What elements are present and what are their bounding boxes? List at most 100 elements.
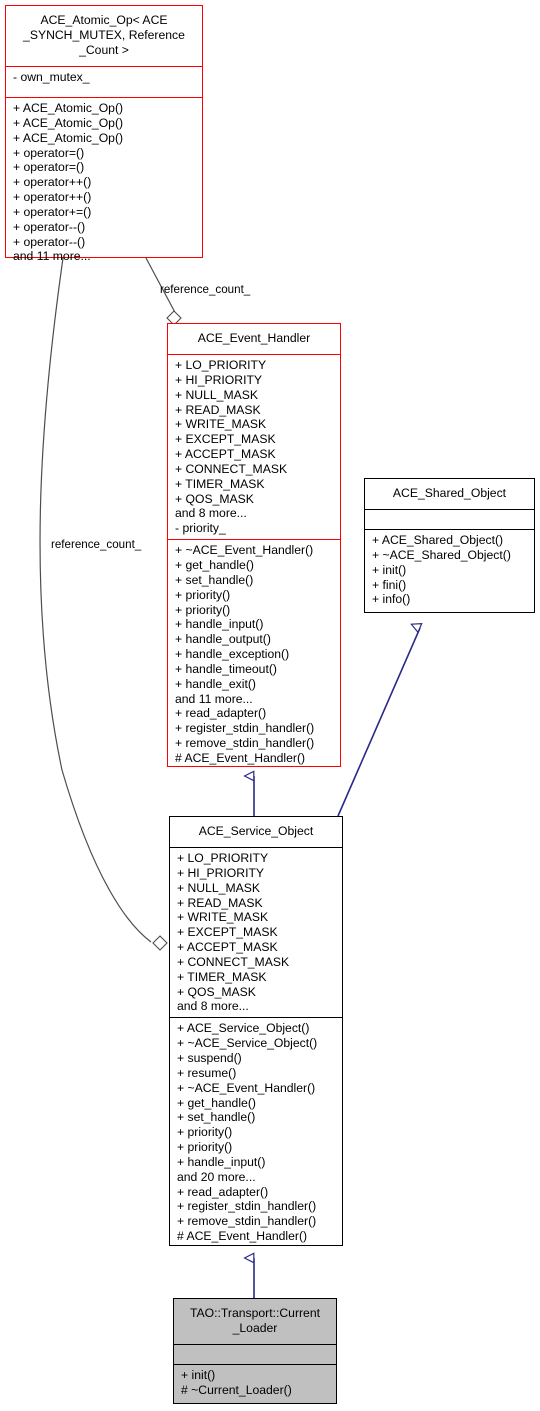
- class-attribute: + EXCEPT_MASK: [175, 432, 276, 447]
- class-title: TAO::Transport::Current _Loader: [174, 1302, 336, 1341]
- class-operation: + operator++(): [13, 190, 92, 205]
- class-attribute-more: and 8 more...: [175, 506, 247, 521]
- class-attribute-more: and 8 more...: [177, 999, 249, 1014]
- class-operation: + ~ACE_Event_Handler(): [175, 543, 314, 558]
- class-title-line: TAO::Transport::Current: [189, 1306, 321, 1320]
- class-attribute: - own_mutex_: [13, 70, 90, 84]
- class-box-ace-event-handler[interactable]: ACE_Event_Handler + LO_PRIORITY + HI_PRI…: [167, 323, 341, 767]
- class-attribute: + HI_PRIORITY: [177, 865, 265, 880]
- class-operation: + resume(): [177, 1065, 237, 1080]
- class-title-compartment: TAO::Transport::Current _Loader: [174, 1299, 336, 1344]
- class-title: ACE_Atomic_Op< ACE _SYNCH_MUTEX, Referen…: [6, 9, 202, 63]
- class-operation: + read_adapter(): [177, 1184, 269, 1199]
- class-attribute: + QOS_MASK: [177, 984, 256, 999]
- class-attribute: + CONNECT_MASK: [175, 461, 288, 476]
- class-operation: + suspend(): [177, 1050, 242, 1065]
- class-operation: + remove_stdin_handler(): [177, 1214, 317, 1229]
- class-operation: + set_handle(): [175, 572, 254, 587]
- class-operation: + operator--(): [13, 219, 86, 234]
- class-attribute: + TIMER_MASK: [175, 476, 265, 491]
- class-attributes-compartment: - own_mutex_: [6, 66, 202, 97]
- class-operation: + init(): [181, 1368, 216, 1382]
- class-attribute: - priority_: [175, 521, 226, 536]
- class-attribute: + LO_PRIORITY: [175, 358, 267, 372]
- class-operations-compartment: + ACE_Shared_Object() + ~ACE_Shared_Obje…: [365, 529, 534, 610]
- class-operation: + operator=(): [13, 160, 85, 175]
- class-title-compartment: ACE_Event_Handler: [168, 324, 340, 354]
- class-operations-compartment: + ~ACE_Event_Handler() + get_handle() + …: [168, 539, 340, 769]
- class-operation: + fini(): [372, 577, 407, 592]
- class-operation: + operator+=(): [13, 204, 92, 219]
- class-attribute: + NULL_MASK: [177, 880, 260, 895]
- class-box-tao-transport-current-loader[interactable]: TAO::Transport::Current _Loader + init()…: [173, 1298, 337, 1404]
- class-operation: + handle_exit(): [175, 676, 256, 691]
- class-operation: + set_handle(): [177, 1110, 256, 1125]
- class-box-ace-shared-object[interactable]: ACE_Shared_Object + ACE_Shared_Object() …: [364, 478, 535, 613]
- class-operation: + get_handle(): [177, 1095, 256, 1110]
- class-attributes-compartment: + LO_PRIORITY + HI_PRIORITY + NULL_MASK …: [168, 354, 340, 539]
- class-operation: + operator--(): [13, 234, 86, 249]
- class-operation: + handle_input(): [175, 617, 264, 632]
- class-operation: # ACE_Event_Handler(): [177, 1229, 308, 1244]
- class-attribute: + WRITE_MASK: [177, 910, 269, 925]
- class-operations-compartment: + ACE_Service_Object() + ~ACE_Service_Ob…: [170, 1017, 342, 1247]
- class-operation-more: and 11 more...: [175, 691, 253, 706]
- class-operation: + operator++(): [13, 175, 92, 190]
- class-attribute: + EXCEPT_MASK: [177, 925, 278, 940]
- class-title-line: ACE_Service_Object: [198, 824, 314, 838]
- class-title-line: _Loader: [232, 1321, 278, 1335]
- class-attribute: + QOS_MASK: [175, 491, 254, 506]
- class-operation: + get_handle(): [175, 557, 254, 572]
- class-operation-more: and 20 more...: [177, 1169, 256, 1184]
- class-title-line: _SYNCH_MUTEX, Reference: [23, 28, 185, 42]
- class-operation: + read_adapter(): [175, 706, 267, 721]
- class-title-line: ACE_Event_Handler: [197, 331, 311, 345]
- class-attribute: + ACCEPT_MASK: [175, 447, 276, 462]
- edge-service-object-inherits-shared-object: [337, 628, 420, 817]
- class-operation: + ACE_Shared_Object(): [372, 533, 504, 547]
- class-operation: + register_stdin_handler(): [175, 721, 315, 736]
- class-attribute: + NULL_MASK: [175, 387, 258, 402]
- edge-label-reference-count-service-object: reference_count_: [51, 538, 142, 551]
- uml-class-diagram-canvas: ACE_Atomic_Op< ACE _SYNCH_MUTEX, Referen…: [0, 0, 540, 1411]
- class-title-line: _Count >: [79, 43, 129, 57]
- class-operation: + register_stdin_handler(): [177, 1199, 317, 1214]
- edge-atomic-to-service-object: [39, 257, 168, 951]
- class-title-compartment: ACE_Shared_Object: [365, 479, 534, 509]
- class-operation: + ~ACE_Shared_Object(): [372, 547, 511, 562]
- class-title: ACE_Service_Object: [170, 820, 342, 844]
- class-attribute: + CONNECT_MASK: [177, 954, 290, 969]
- class-operation: + remove_stdin_handler(): [175, 736, 315, 751]
- class-operation: + ~ACE_Service_Object(): [177, 1036, 318, 1051]
- class-operation: + handle_output(): [175, 632, 271, 647]
- class-operation: + priority(): [175, 602, 231, 617]
- class-operation: + ACE_Atomic_Op(): [13, 130, 124, 145]
- class-operation-more: and 11 more...: [13, 249, 91, 264]
- class-attributes-compartment: + LO_PRIORITY + HI_PRIORITY + NULL_MASK …: [170, 847, 342, 1017]
- class-operation: + priority(): [175, 587, 231, 602]
- class-title: ACE_Shared_Object: [365, 482, 534, 506]
- class-attribute: + TIMER_MASK: [177, 969, 267, 984]
- class-operation: + ~ACE_Event_Handler(): [177, 1080, 316, 1095]
- class-attribute: + LO_PRIORITY: [177, 851, 269, 865]
- class-title-compartment: ACE_Service_Object: [170, 817, 342, 847]
- class-operation: + ACE_Atomic_Op(): [13, 115, 124, 130]
- class-operation: + info(): [372, 592, 411, 607]
- class-operation: + handle_input(): [177, 1154, 266, 1169]
- class-operation: + priority(): [177, 1140, 233, 1155]
- class-operation: + priority(): [177, 1125, 233, 1140]
- class-attribute: + READ_MASK: [175, 402, 261, 417]
- class-box-ace-atomic-op[interactable]: ACE_Atomic_Op< ACE _SYNCH_MUTEX, Referen…: [5, 5, 203, 263]
- class-box-ace-service-object[interactable]: ACE_Service_Object + LO_PRIORITY + HI_PR…: [169, 816, 343, 1246]
- class-title-line: ACE_Atomic_Op< ACE: [40, 13, 168, 27]
- class-attribute: + HI_PRIORITY: [175, 372, 263, 387]
- class-operation: + ACE_Atomic_Op(): [13, 101, 124, 115]
- class-attribute: + READ_MASK: [177, 895, 263, 910]
- class-operation: + init(): [372, 562, 407, 577]
- class-title: ACE_Event_Handler: [168, 327, 340, 351]
- class-operation: + operator=(): [13, 145, 85, 160]
- edge-label-reference-count-event-handler: reference_count_: [160, 283, 251, 296]
- class-operation: + handle_exception(): [175, 647, 290, 662]
- class-attribute: + ACCEPT_MASK: [177, 940, 278, 955]
- class-operation: # ACE_Event_Handler(): [175, 750, 306, 765]
